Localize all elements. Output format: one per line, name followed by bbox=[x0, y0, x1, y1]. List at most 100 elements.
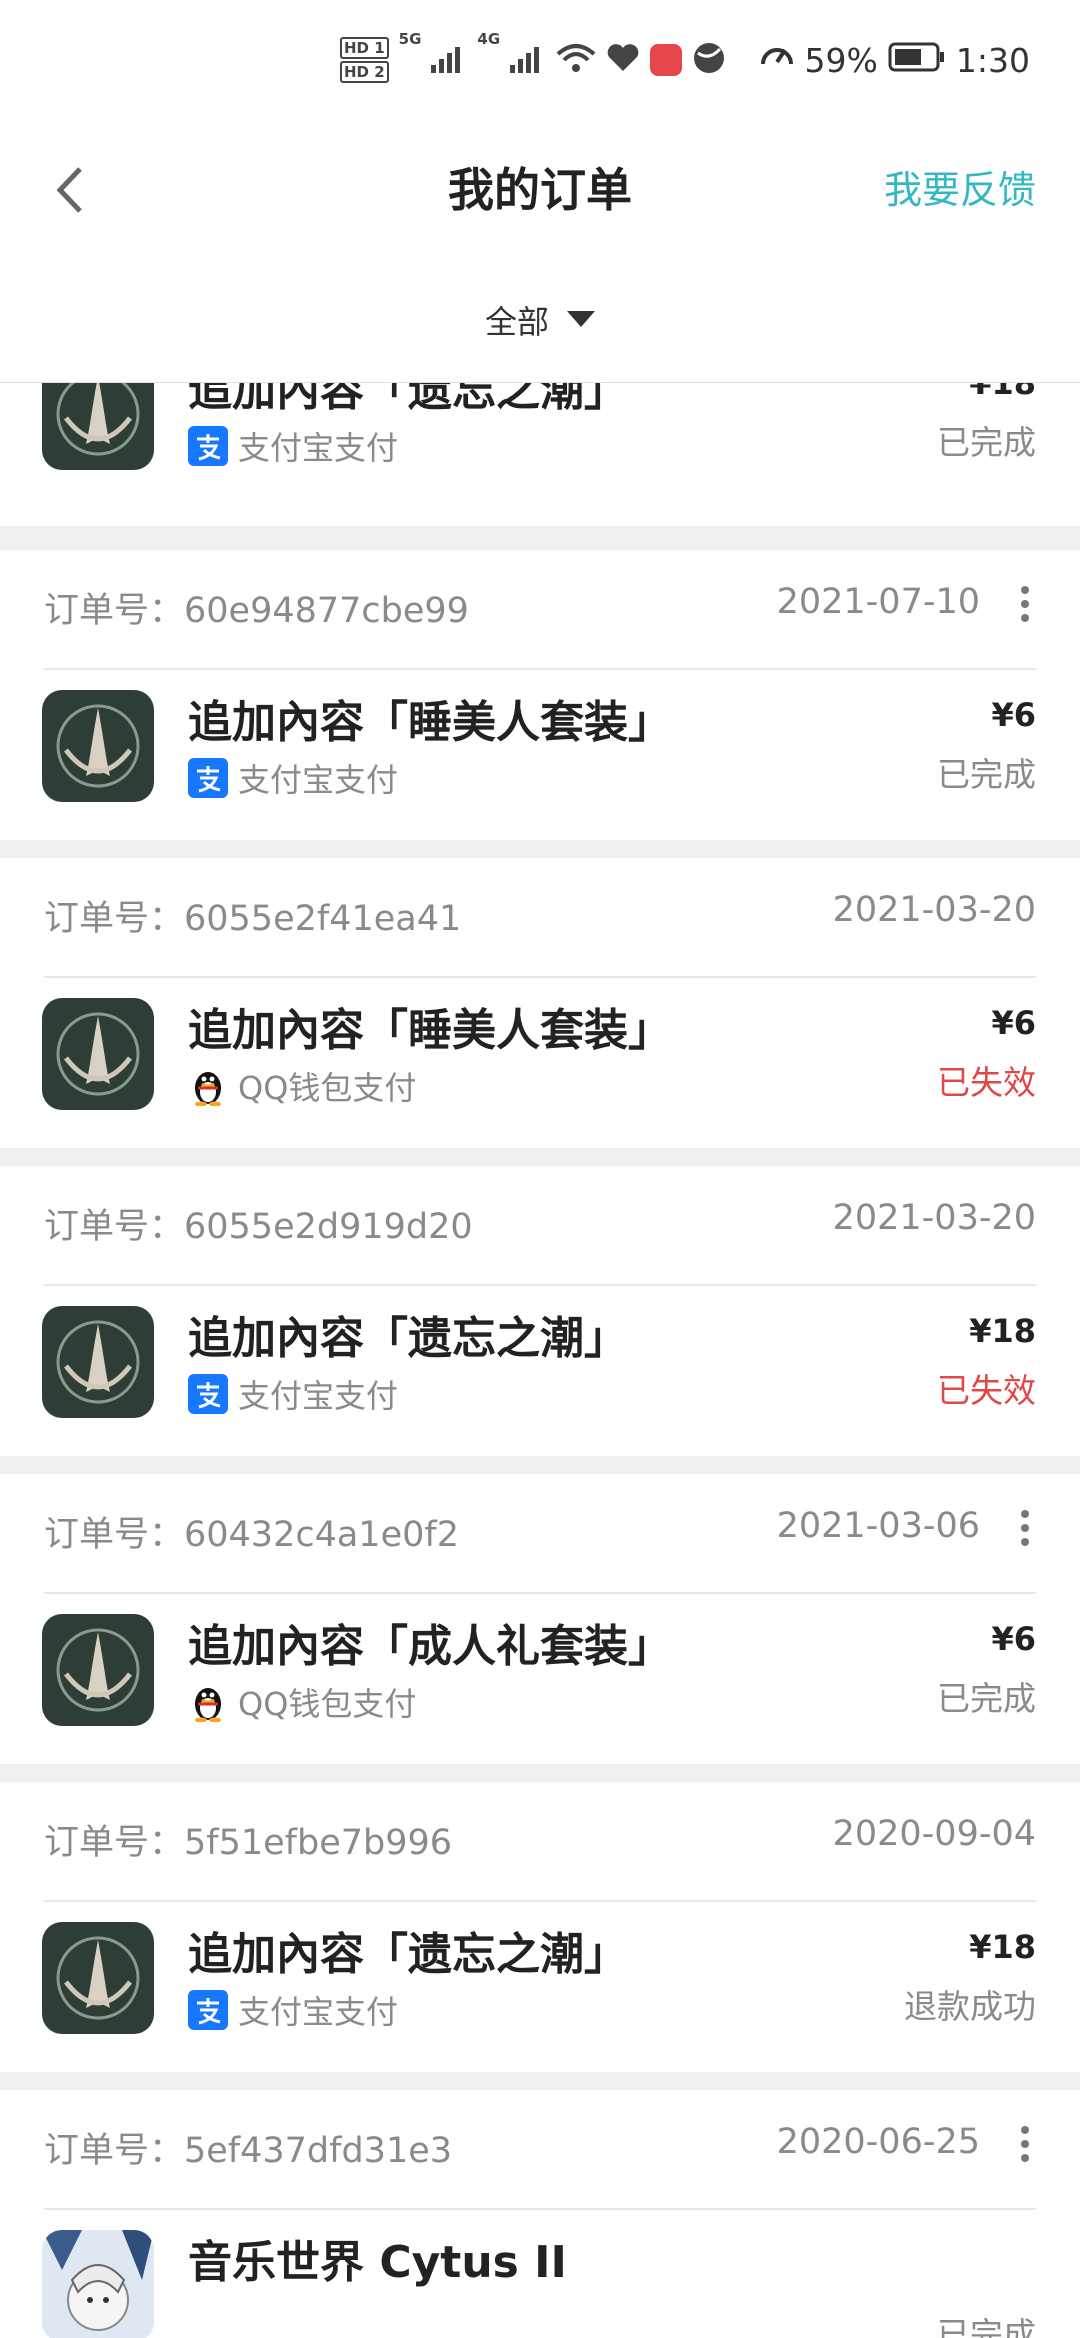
4g-label: 4G bbox=[477, 30, 501, 48]
order-number: 订单号：5f51efbe7b996 bbox=[44, 1823, 453, 1863]
payment-method: QQ钱包支付 bbox=[188, 1064, 416, 1108]
filter-dropdown[interactable]: 全部 bbox=[0, 290, 1080, 350]
alipay-icon bbox=[188, 426, 228, 466]
order-status: 已失效 bbox=[937, 1063, 1036, 1102]
item-name: 追加內容「睡美人套装」 bbox=[188, 1005, 672, 1056]
hd2-badge: HD 2 bbox=[340, 61, 389, 83]
order-status: 已完成 bbox=[937, 1679, 1036, 1718]
payment-method: QQ钱包支付 bbox=[188, 1680, 416, 1724]
price: ¥18 bbox=[969, 1928, 1036, 1966]
order-number: 订单号：6055e2d919d20 bbox=[44, 1207, 473, 1247]
item-name: 追加內容「睡美人套装」 bbox=[188, 697, 672, 748]
order-card[interactable]: 订单号：5f51efbe7b996 2020-09-04 追加內容「遗忘之潮」 … bbox=[0, 1782, 1080, 2072]
price: ¥6 bbox=[991, 1004, 1036, 1042]
item-name: 追加內容「遗忘之潮」 bbox=[188, 1313, 628, 1364]
game-icon bbox=[42, 383, 154, 470]
order-item[interactable]: 追加內容「遗忘之潮」 支付宝支付 ¥18 退款成功 bbox=[0, 1900, 1080, 2090]
signal-icon bbox=[510, 43, 546, 77]
payment-label: QQ钱包支付 bbox=[238, 1685, 417, 1723]
app-bar: 我的订单 我要反馈 bbox=[0, 120, 1080, 260]
price: ¥18 bbox=[969, 1312, 1036, 1350]
order-list[interactable]: 追加內容「遗忘之潮」 支付宝支付 ¥18 已完成 订单号：60e94877cbe… bbox=[0, 383, 1080, 2338]
alipay-icon bbox=[188, 1374, 228, 1414]
qq-penguin-icon bbox=[188, 1682, 228, 1722]
battery-icon bbox=[888, 41, 946, 80]
order-item[interactable]: 追加內容「睡美人套装」 QQ钱包支付 ¥6 已失效 bbox=[0, 976, 1080, 1166]
clock-time: 1:30 bbox=[955, 40, 1030, 80]
speed-icon bbox=[759, 38, 795, 82]
item-name: 音乐世界 Cytus II bbox=[188, 2237, 567, 2288]
item-name: 追加內容「遗忘之潮」 bbox=[188, 1929, 628, 1980]
order-card[interactable]: 订单号：5ef437dfd31e3 2020-06-25 音乐世界 Cytus … bbox=[0, 2090, 1080, 2338]
order-header: 订单号：6055e2f41ea41 2021-03-20 bbox=[44, 858, 1036, 978]
payment-method: 支付宝支付 bbox=[188, 424, 398, 468]
price: ¥6 bbox=[991, 696, 1036, 734]
payment-method: 支付宝支付 bbox=[188, 1988, 398, 2032]
order-item[interactable]: 追加內容「成人礼套装」 QQ钱包支付 ¥6 已完成 bbox=[0, 1592, 1080, 1782]
order-card[interactable]: 订单号：6055e2f41ea41 2021-03-20 追加內容「睡美人套装」… bbox=[0, 858, 1080, 1148]
order-date: 2021-03-06 bbox=[776, 1506, 980, 1546]
globe-icon bbox=[692, 41, 726, 79]
order-date: 2021-03-20 bbox=[832, 1198, 1036, 1238]
more-options-icon[interactable] bbox=[1018, 1510, 1032, 1550]
cytus-game-icon bbox=[42, 2230, 154, 2338]
feedback-button[interactable]: 我要反馈 bbox=[884, 150, 1036, 230]
order-card[interactable]: 追加內容「遗忘之潮」 支付宝支付 ¥18 已完成 bbox=[0, 383, 1080, 526]
order-date: 2021-07-10 bbox=[776, 582, 980, 622]
order-item[interactable]: 追加內容「遗忘之潮」 支付宝支付 ¥18 已完成 bbox=[0, 383, 1080, 526]
order-number: 订单号：60e94877cbe99 bbox=[44, 591, 469, 631]
order-number: 订单号：6055e2f41ea41 bbox=[44, 899, 462, 939]
hd1-badge: HD 1 bbox=[340, 37, 389, 59]
alipay-icon bbox=[188, 758, 228, 798]
wifi-icon bbox=[556, 42, 596, 78]
payment-label: 支付宝支付 bbox=[238, 1377, 399, 1415]
order-item[interactable]: 追加內容「睡美人套装」 支付宝支付 ¥6 已完成 bbox=[0, 668, 1080, 858]
item-name: 追加內容「成人礼套装」 bbox=[188, 1621, 672, 1672]
alipay-icon bbox=[188, 1990, 228, 2030]
order-status: 退款成功 bbox=[904, 1987, 1036, 2026]
order-number: 订单号：5ef437dfd31e3 bbox=[44, 2131, 453, 2171]
game-icon bbox=[42, 998, 154, 1110]
payment-label: 支付宝支付 bbox=[238, 761, 399, 799]
order-header: 订单号：60432c4a1e0f2 2021-03-06 bbox=[44, 1474, 1036, 1594]
order-date: 2020-06-25 bbox=[776, 2122, 980, 2162]
5g-label: 5G bbox=[398, 30, 422, 48]
status-icons: HD 1 HD 2 5G 4G bbox=[340, 30, 726, 90]
game-icon bbox=[42, 1614, 154, 1726]
signal-icon bbox=[431, 43, 467, 77]
order-header: 订单号：6055e2d919d20 2021-03-20 bbox=[44, 1166, 1036, 1286]
more-options-icon[interactable] bbox=[1018, 2126, 1032, 2166]
game-icon bbox=[42, 1922, 154, 2034]
status-right: 59% 1:30 bbox=[759, 30, 1030, 90]
order-card[interactable]: 订单号：60e94877cbe99 2021-07-10 追加內容「睡美人套装」… bbox=[0, 550, 1080, 840]
qq-penguin-icon bbox=[188, 1066, 228, 1106]
price: ¥6 bbox=[991, 1620, 1036, 1658]
payment-label: 支付宝支付 bbox=[238, 429, 399, 467]
game-icon bbox=[42, 690, 154, 802]
order-status: 已完成 bbox=[937, 755, 1036, 794]
order-status: 已完成 bbox=[937, 2315, 1036, 2338]
order-date: 2021-03-20 bbox=[832, 890, 1036, 930]
sim-hd-icons: HD 1 HD 2 bbox=[340, 37, 389, 83]
filter-bar: 全部 bbox=[0, 260, 1080, 383]
payment-method: 支付宝支付 bbox=[188, 1372, 398, 1416]
order-card[interactable]: 订单号：60432c4a1e0f2 2021-03-06 追加內容「成人礼套装」… bbox=[0, 1474, 1080, 1764]
payment-method: 支付宝支付 bbox=[188, 756, 398, 800]
price: ¥18 bbox=[969, 383, 1036, 402]
app-badge-icon bbox=[650, 44, 683, 76]
order-header: 订单号：5ef437dfd31e3 2020-06-25 bbox=[44, 2090, 1036, 2210]
order-status: 已完成 bbox=[937, 423, 1036, 462]
order-card[interactable]: 订单号：6055e2d919d20 2021-03-20 追加內容「遗忘之潮」 … bbox=[0, 1166, 1080, 1456]
order-status: 已失效 bbox=[937, 1371, 1036, 1410]
game-icon bbox=[42, 1306, 154, 1418]
battery-percent: 59% bbox=[804, 40, 878, 80]
order-item[interactable]: 追加內容「遗忘之潮」 支付宝支付 ¥18 已失效 bbox=[0, 1284, 1080, 1474]
payment-label: QQ钱包支付 bbox=[238, 1069, 417, 1107]
filter-selected-label: 全部 bbox=[484, 303, 549, 341]
more-options-icon[interactable] bbox=[1018, 586, 1032, 626]
status-bar: HD 1 HD 2 5G 4G 59% 1:30 bbox=[0, 0, 1080, 120]
caret-down-icon bbox=[567, 311, 595, 327]
order-date: 2020-09-04 bbox=[832, 1814, 1036, 1854]
order-item[interactable]: 音乐世界 Cytus II 已完成 bbox=[0, 2208, 1080, 2338]
item-name: 追加內容「遗忘之潮」 bbox=[188, 383, 628, 416]
